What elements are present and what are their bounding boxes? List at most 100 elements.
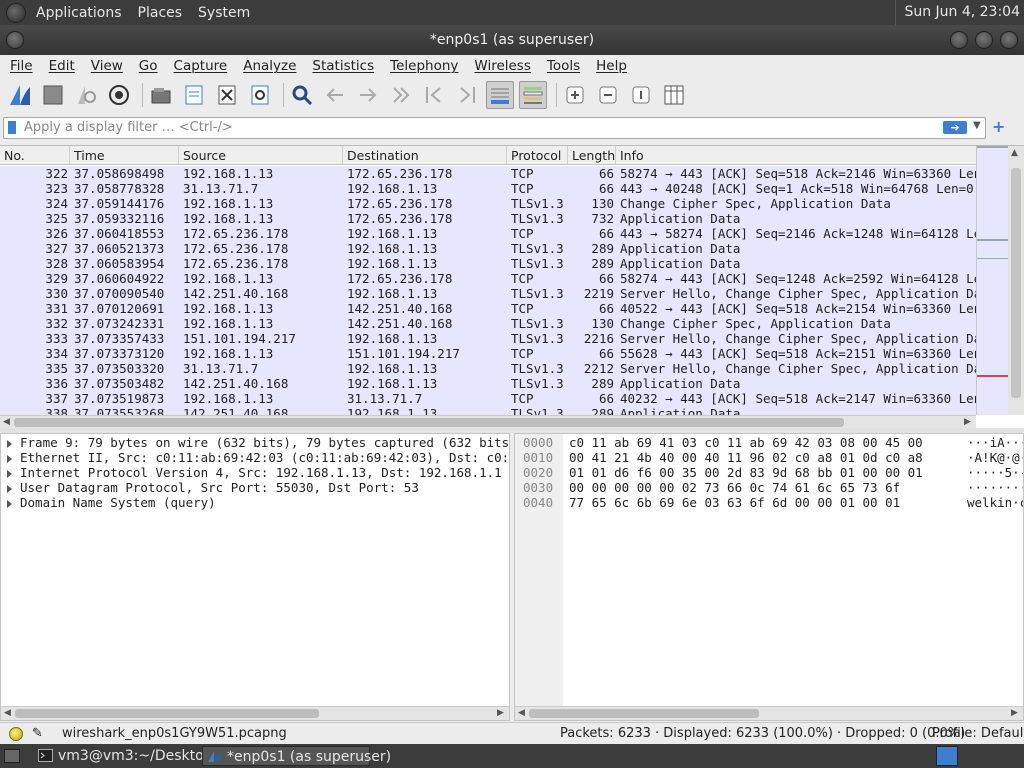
maximize-icon[interactable]: [975, 31, 993, 49]
save-file-icon[interactable]: [180, 81, 208, 109]
column-header-no[interactable]: No.: [0, 146, 70, 165]
bytes-row[interactable]: 0040 77 65 6c 6b 69 6e 03 63 6f 6d 00 00 …: [515, 495, 1024, 510]
window-title-bar[interactable]: *enp0s1 (as superuser): [0, 25, 1024, 55]
bytes-row[interactable]: 0020 01 01 d6 f6 00 35 00 2d 83 9d 68 bb …: [515, 465, 1024, 480]
system-menu[interactable]: System: [190, 5, 258, 21]
column-header-time[interactable]: Time: [70, 146, 179, 165]
expand-arrow-icon[interactable]: [7, 439, 12, 448]
window-menu-icon[interactable]: [6, 31, 24, 49]
packet-row[interactable]: 323 37.058778328 31.13.71.7 192.168.1.13 TCP…: [0, 181, 976, 196]
packet-row[interactable]: 334 37.073373120 192.168.1.13 151.101.194.2…: [0, 346, 976, 361]
scroll-left-icon[interactable]: ◀: [4, 708, 11, 718]
zoom-in-icon[interactable]: [561, 81, 589, 109]
scroll-right-icon[interactable]: ▶: [497, 708, 504, 718]
taskbar-item-terminal[interactable]: vm3@vm3:~/Desktop: [34, 746, 213, 766]
profile-label[interactable]: Profile: Default: [932, 723, 1024, 744]
packet-row[interactable]: 322 37.058698498 192.168.1.13 172.65.236.17…: [0, 166, 976, 181]
detail-row-dns[interactable]: Domain Name System (query): [7, 495, 509, 510]
packet-row[interactable]: 325 37.059332116 192.168.1.13 172.65.236.17…: [0, 211, 976, 226]
menu-capture[interactable]: Capture: [166, 58, 236, 74]
column-header-destination[interactable]: Destination: [343, 146, 507, 165]
detail-row-ethernet[interactable]: Ethernet II, Src: c0:11:ab:69:42:03 (c0:…: [7, 450, 509, 465]
packet-row[interactable]: 324 37.059144176 192.168.1.13 172.65.236.17…: [0, 196, 976, 211]
menu-edit[interactable]: Edit: [41, 58, 83, 74]
applications-menu[interactable]: Applications: [28, 5, 130, 21]
scroll-up-icon[interactable]: ▲: [1011, 148, 1018, 158]
taskbar-item-wireshark[interactable]: *enp0s1 (as superuser): [202, 746, 391, 766]
stop-capture-icon[interactable]: [39, 81, 67, 109]
filter-history-chevron-icon[interactable]: ▼: [973, 120, 981, 131]
menu-analyze[interactable]: Analyze: [235, 58, 304, 74]
packet-row[interactable]: 330 37.070090540 142.251.40.168 192.168.1.1…: [0, 286, 976, 301]
horizontal-scroll-thumb[interactable]: [14, 418, 844, 427]
menu-tools[interactable]: Tools: [539, 58, 588, 74]
packet-row[interactable]: 337 37.073519873 192.168.1.13 31.13.71.7 TCP…: [0, 391, 976, 406]
packet-row[interactable]: 333 37.073357433 151.101.194.217 192.168.1.…: [0, 331, 976, 346]
clock[interactable]: Sun Jun 4, 23:04: [895, 0, 1020, 25]
scroll-right-icon[interactable]: ▶: [964, 417, 971, 427]
packet-row[interactable]: 329 37.060604922 192.168.1.13 172.65.236.17…: [0, 271, 976, 286]
colorize-icon[interactable]: [519, 81, 547, 109]
normal-size-icon[interactable]: [627, 81, 655, 109]
distro-logo-icon[interactable]: [6, 2, 26, 23]
column-header-source[interactable]: Source: [179, 146, 343, 165]
capture-comment-icon[interactable]: ✎: [32, 723, 43, 744]
details-horizontal-scrollbar[interactable]: ◀ ▶: [1, 706, 509, 720]
menu-telephony[interactable]: Telephony: [382, 58, 466, 74]
packet-list-vertical-scrollbar[interactable]: ▲: [1008, 146, 1024, 415]
capture-options-icon[interactable]: [105, 81, 133, 109]
column-header-info[interactable]: Info: [616, 146, 976, 165]
places-menu[interactable]: Places: [130, 5, 191, 21]
reload-file-icon[interactable]: [246, 81, 274, 109]
packet-row[interactable]: 338 37.073553268 142.251.40.168 192.168.1.1…: [0, 406, 976, 415]
packet-row[interactable]: 335 37.073503320 31.13.71.7 192.168.1.13 TLS…: [0, 361, 976, 376]
last-packet-icon[interactable]: [453, 81, 481, 109]
find-packet-icon[interactable]: [288, 81, 316, 109]
expert-info-icon[interactable]: [9, 727, 23, 741]
scroll-left-icon[interactable]: ◀: [3, 417, 10, 427]
menu-view[interactable]: View: [83, 58, 131, 74]
minimize-icon[interactable]: [950, 31, 968, 49]
first-packet-icon[interactable]: [420, 81, 448, 109]
close-icon[interactable]: [1000, 31, 1018, 49]
packet-row[interactable]: 332 37.073242331 192.168.1.13 142.251.40.16…: [0, 316, 976, 331]
filter-bookmark-icon[interactable]: [8, 121, 16, 134]
packet-minimap[interactable]: [976, 146, 1008, 415]
packet-row[interactable]: 328 37.060583954 172.65.236.178 192.168.1.1…: [0, 256, 976, 271]
expand-arrow-icon[interactable]: [7, 469, 12, 478]
add-filter-button-icon[interactable]: +: [992, 117, 1005, 136]
detail-row-frame[interactable]: Frame 9: 79 bytes on wire (632 bits), 79…: [7, 435, 509, 450]
bytes-row[interactable]: 0010 00 41 21 4b 40 00 40 11 96 02 c0 a8 …: [515, 450, 1024, 465]
restart-capture-icon[interactable]: [72, 81, 100, 109]
bytes-row[interactable]: 0030 00 00 00 00 00 02 73 66 0c 74 61 6c …: [515, 480, 1024, 495]
go-back-icon[interactable]: [321, 81, 349, 109]
packet-row[interactable]: 331 37.070120691 192.168.1.13 142.251.40.16…: [0, 301, 976, 316]
auto-scroll-icon[interactable]: [486, 81, 514, 109]
detail-row-udp[interactable]: User Datagram Protocol, Src Port: 55030,…: [7, 480, 509, 495]
go-to-packet-icon[interactable]: [387, 81, 415, 109]
menu-go[interactable]: Go: [131, 58, 166, 74]
resize-columns-icon[interactable]: [660, 81, 688, 109]
packet-list-horizontal-scrollbar[interactable]: ◀ ▶: [0, 415, 976, 429]
show-desktop-icon[interactable]: [4, 749, 20, 763]
go-forward-icon[interactable]: [354, 81, 382, 109]
scroll-right-icon[interactable]: ▶: [1011, 708, 1018, 718]
menu-wireless[interactable]: Wireless: [466, 58, 539, 74]
bytes-row[interactable]: 0000 c0 11 ab 69 41 03 c0 11 ab 69 42 03 …: [515, 435, 1024, 450]
column-header-protocol[interactable]: Protocol: [507, 146, 568, 165]
workspace-switcher[interactable]: [936, 746, 958, 766]
packet-row[interactable]: 327 37.060521373 172.65.236.178 192.168.1.1…: [0, 241, 976, 256]
expand-arrow-icon[interactable]: [7, 454, 12, 463]
detail-row-ipv4[interactable]: Internet Protocol Version 4, Src: 192.16…: [7, 465, 509, 480]
menu-file[interactable]: File: [2, 58, 41, 74]
horizontal-scroll-thumb[interactable]: [529, 709, 759, 718]
expand-arrow-icon[interactable]: [7, 484, 12, 493]
scroll-left-icon[interactable]: ◀: [518, 708, 525, 718]
open-file-icon[interactable]: [147, 81, 175, 109]
menu-statistics[interactable]: Statistics: [304, 58, 382, 74]
bytes-horizontal-scrollbar[interactable]: ◀ ▶: [515, 706, 1023, 720]
close-file-icon[interactable]: [213, 81, 241, 109]
start-capture-icon[interactable]: [6, 81, 34, 109]
column-header-length[interactable]: Length: [568, 146, 616, 165]
zoom-out-icon[interactable]: [594, 81, 622, 109]
